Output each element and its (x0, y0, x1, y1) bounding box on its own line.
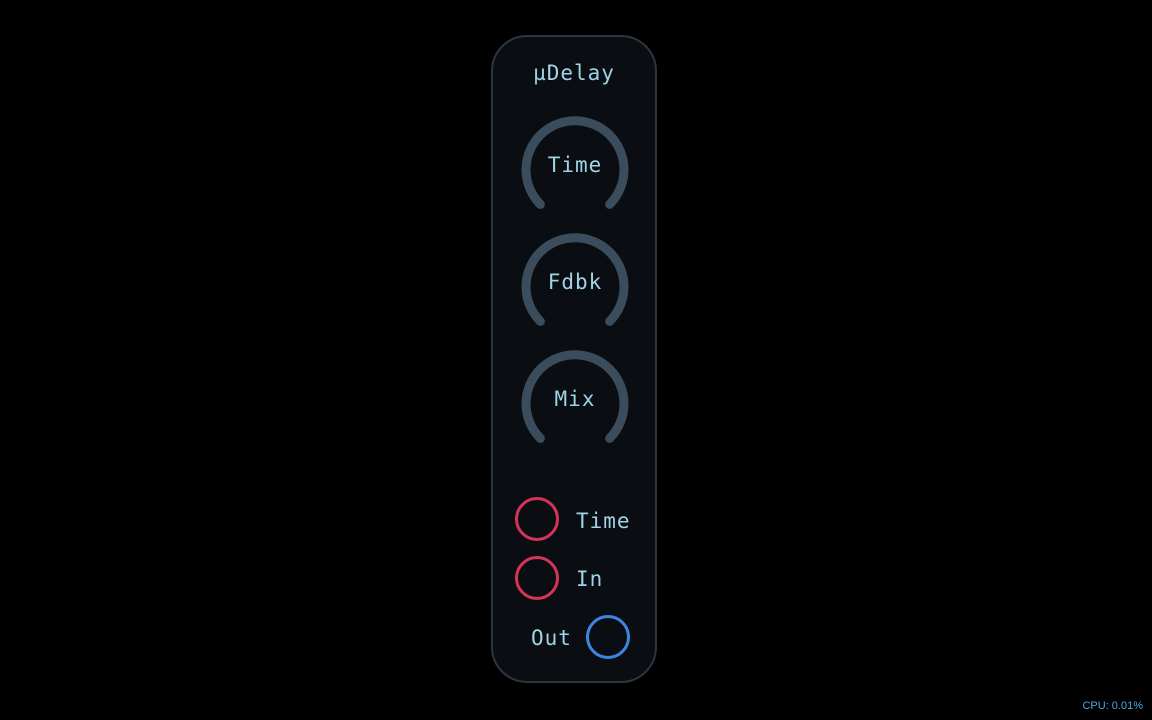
time-cv-input-label: Time (576, 509, 631, 533)
mix-knob-label: Mix (554, 387, 596, 411)
audio-output-label: Out (531, 626, 572, 650)
audio-input-label: In (576, 567, 604, 591)
cpu-usage-readout: CPU: 0.01% (1082, 700, 1143, 712)
time-knob-label: Time (547, 153, 603, 177)
time-cv-input-jack[interactable] (515, 497, 559, 541)
audio-output-jack[interactable] (586, 615, 630, 659)
audio-input-jack[interactable] (515, 556, 559, 600)
module-title: µDelay (533, 61, 615, 85)
mix-knob[interactable]: Mix (521, 349, 629, 457)
time-knob[interactable]: Time (521, 115, 629, 223)
delay-module-panel: µDelay Time Fdbk Mix Time In Out (491, 35, 657, 683)
feedback-knob[interactable]: Fdbk (521, 232, 629, 340)
feedback-knob-label: Fdbk (547, 270, 603, 294)
